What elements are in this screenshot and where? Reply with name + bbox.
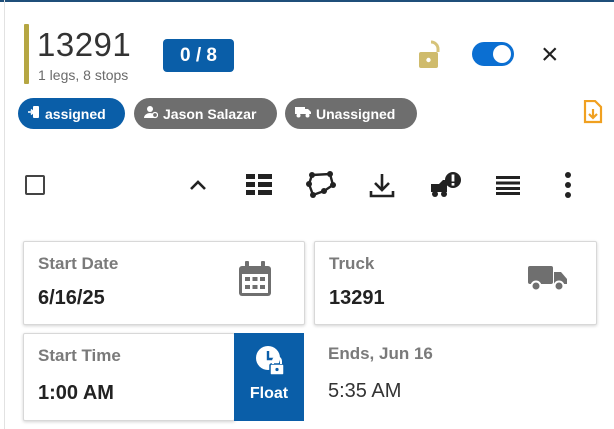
download-icon[interactable]	[368, 170, 396, 200]
driver-pill[interactable]: Jason Salazar	[134, 98, 277, 129]
truck-assignment-label: Unassigned	[316, 105, 396, 122]
truck-label: Truck	[329, 254, 375, 273]
float-button[interactable]: Float	[234, 333, 304, 421]
truck-alert-icon[interactable]	[429, 170, 463, 200]
start-date-value: 6/16/25	[38, 287, 105, 309]
more-vert-icon[interactable]	[560, 170, 576, 200]
start-time-field[interactable]: Start Time 1:00 AM	[23, 333, 235, 421]
calendar-icon[interactable]	[238, 261, 272, 302]
unlocked-padlock-icon[interactable]	[418, 40, 444, 75]
start-date-field[interactable]: Start Date 6/16/25	[23, 241, 305, 325]
start-date-label: Start Date	[38, 254, 119, 273]
route-active-toggle[interactable]	[472, 42, 514, 66]
toggle-knob	[493, 45, 511, 63]
stop-progress-badge: 0 / 8	[163, 39, 234, 72]
truck-value: 13291	[329, 287, 385, 309]
status-pill-assigned[interactable]: assigned	[18, 98, 125, 129]
document-download-icon[interactable]	[583, 99, 603, 129]
status-pill-label: assigned	[45, 105, 106, 122]
top-border	[0, 0, 614, 2]
ends-label: Ends, Jun 16	[328, 344, 433, 363]
truck-pill[interactable]: Unassigned	[285, 98, 417, 129]
lines-menu-icon[interactable]	[495, 170, 521, 200]
truck-field[interactable]: Truck 13291	[314, 241, 597, 325]
route-color-accent	[24, 24, 29, 84]
driver-name: Jason Salazar	[163, 105, 257, 122]
left-border	[4, 0, 5, 429]
route-id: 13291	[37, 26, 132, 63]
route-summary: 1 legs, 8 stops	[38, 67, 129, 83]
chevron-up-icon[interactable]	[186, 170, 210, 200]
select-all-checkbox[interactable]	[25, 175, 45, 195]
door-arrow-icon	[28, 105, 40, 122]
truck-icon	[295, 106, 311, 121]
driver-icon	[144, 105, 159, 122]
truck-icon	[528, 264, 568, 297]
start-time-label: Start Time	[38, 346, 121, 365]
clock-lock-icon	[255, 345, 285, 384]
close-icon[interactable]: ×	[541, 40, 559, 70]
list-view-icon[interactable]	[245, 170, 273, 200]
route-polygon-icon[interactable]	[305, 170, 337, 200]
float-label: Float	[249, 385, 289, 402]
ends-value: 5:35 AM	[328, 380, 402, 402]
start-time-value: 1:00 AM	[38, 382, 114, 404]
